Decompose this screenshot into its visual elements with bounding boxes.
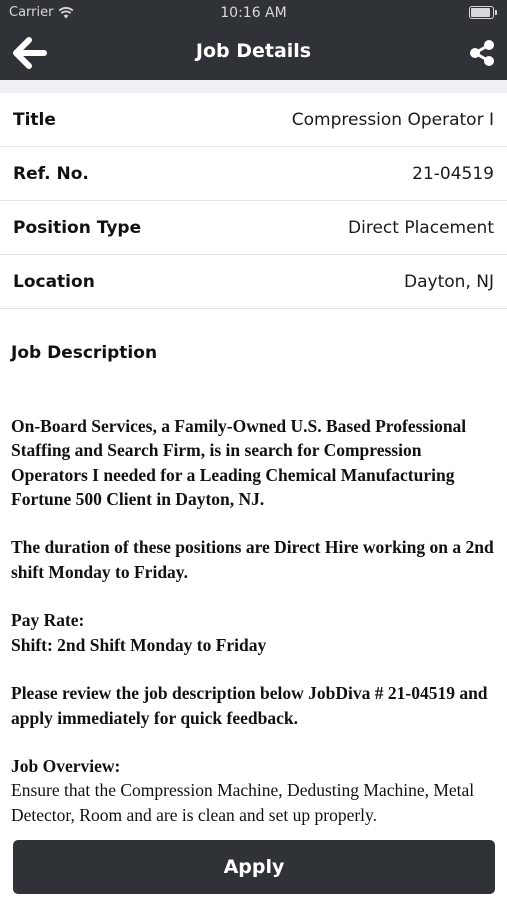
detail-row-title: Title Compression Operator I [0,93,507,147]
pay-rate-label: Pay Rate: [11,610,85,631]
share-button[interactable] [467,38,497,68]
page-title: Job Details [195,40,312,62]
detail-label: Position Type [13,217,142,238]
detail-value: Direct Placement [348,217,494,238]
description-duration: The duration of these positions are Dire… [11,537,494,582]
detail-value: Dayton, NJ [404,271,494,292]
detail-value: 21-04519 [412,163,494,184]
job-description-body: On-Board Services, a Family-Owned U.S. B… [11,414,498,834]
apply-button[interactable]: Apply [13,840,495,894]
overview-heading: Job Overview: [11,756,121,777]
section-separator [0,80,507,93]
battery-icon [469,6,497,19]
status-time: 10:16 AM [220,5,287,21]
detail-row-location: Location Dayton, NJ [0,255,507,309]
description-intro: On-Board Services, a Family-Owned U.S. B… [11,416,467,509]
description-overview: Job Overview: Ensure that the Compressio… [11,754,498,827]
detail-row-position-type: Position Type Direct Placement [0,201,507,255]
job-description-heading: Job Description [11,343,158,363]
description-pay-block: Pay Rate: Shift: 2nd Shift Monday to Fri… [11,608,498,657]
share-icon [470,40,494,66]
shift-text: Shift: 2nd Shift Monday to Friday [11,634,267,655]
status-bar: Carrier 10:16 AM [0,0,507,26]
nav-bar: Job Details [0,26,507,80]
overview-text: Ensure that the Compression Machine, Ded… [11,780,475,825]
detail-label: Location [13,271,95,292]
detail-label: Ref. No. [13,163,89,184]
detail-label: Title [13,109,56,130]
detail-row-ref-no: Ref. No. 21-04519 [0,147,507,201]
description-review: Please review the job description below … [11,683,488,728]
detail-value: Compression Operator I [291,109,494,130]
